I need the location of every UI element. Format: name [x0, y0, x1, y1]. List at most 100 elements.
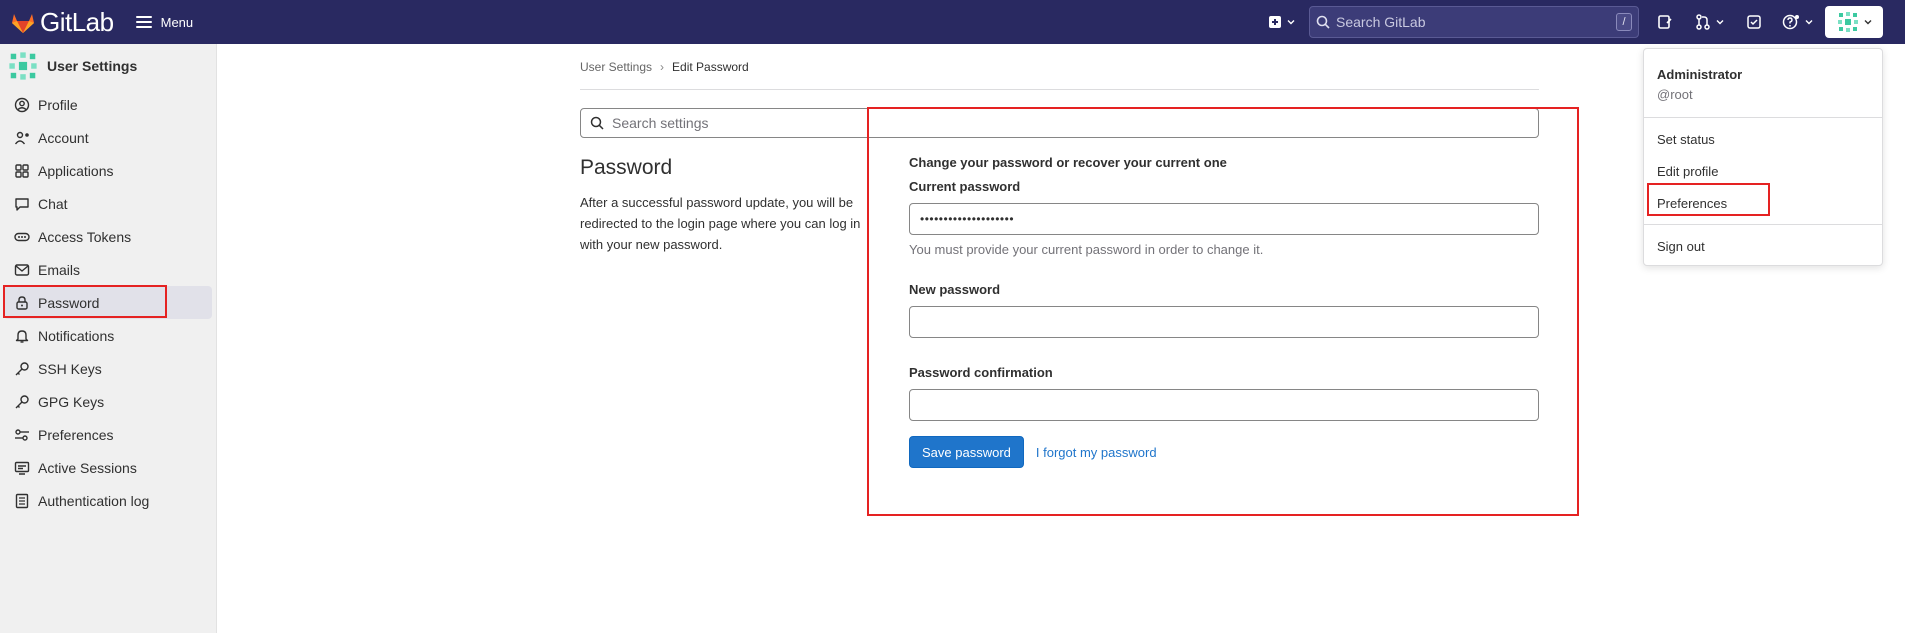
save-password-button[interactable]: Save password [909, 436, 1024, 468]
app-window: GitLab Menu Search GitLab / User Setting… [0, 0, 1905, 633]
dropdown-item-sign-out[interactable]: Sign out [1644, 230, 1882, 262]
sidebar-item-label: Active Sessions [38, 459, 137, 476]
sidebar-item-account[interactable]: Account [4, 121, 212, 154]
sidebar-item-preferences[interactable]: Preferences [4, 418, 212, 451]
brand-name: GitLab [40, 6, 114, 37]
sidebar-item-label: Password [38, 294, 100, 311]
brand[interactable]: GitLab [10, 7, 114, 38]
sidebar-item-authentication-log[interactable]: Authentication log [4, 484, 212, 517]
section-description: After a successful password update, you … [580, 195, 861, 252]
sidebar-item-active-sessions[interactable]: Active Sessions [4, 451, 212, 484]
top-navbar: GitLab Menu Search GitLab / [0, 0, 1905, 44]
dropdown-item-edit-profile[interactable]: Edit profile [1644, 155, 1882, 187]
breadcrumb-parent-link[interactable]: User Settings [580, 60, 652, 74]
issues-icon [1658, 15, 1672, 29]
sidebar-item-label: Authentication log [38, 492, 150, 509]
avatar [9, 52, 37, 80]
new-password-field[interactable] [909, 306, 1539, 338]
chevron-right-icon: › [660, 60, 665, 74]
breadcrumb-current[interactable]: Edit Password [672, 60, 749, 74]
dropdown-user-handle: @root [1657, 87, 1693, 102]
current-password-value: •••••••••••••••••••• [920, 212, 1015, 226]
mail-icon [14, 263, 30, 276]
sidebar-item-label: Profile [38, 96, 78, 113]
sidebar-item-label: Account [38, 129, 89, 146]
account-icon [14, 131, 29, 144]
search-icon [590, 116, 604, 130]
sidebar-item-label: Emails [38, 261, 81, 278]
help-dropdown[interactable] [1782, 14, 1813, 30]
sidebar-item-applications[interactable]: Applications [4, 154, 212, 187]
key-icon [15, 394, 29, 408]
todos-button[interactable] [1746, 14, 1762, 30]
token-icon [14, 232, 30, 241]
sidebar: User Settings Profile Account Applicatio… [0, 44, 217, 633]
applications-icon [15, 163, 29, 178]
lock-icon [16, 295, 28, 310]
sidebar-item-profile[interactable]: Profile [4, 88, 212, 121]
new-item-dropdown[interactable] [1268, 15, 1295, 29]
sidebar-item-label: Notifications [38, 327, 115, 344]
preferences-icon [15, 428, 29, 441]
chevron-down-icon [1864, 20, 1871, 25]
sidebar-item-label: Chat [38, 195, 68, 212]
chevron-down-icon [1805, 20, 1813, 25]
sidebar-item-access-tokens[interactable]: Access Tokens [4, 220, 212, 253]
user-dropdown-menu: Administrator @root Set status Edit prof… [1643, 48, 1883, 266]
dropdown-user-name: Administrator [1657, 67, 1743, 82]
menu-button[interactable]: Menu [135, 14, 194, 30]
monitor-icon [14, 461, 30, 475]
sidebar-item-password[interactable]: Password [4, 286, 212, 319]
user-menu-toggle[interactable] [1825, 6, 1883, 38]
sidebar-item-gpg-keys[interactable]: GPG Keys [4, 385, 212, 418]
dropdown-item-set-status[interactable]: Set status [1644, 123, 1882, 155]
chat-icon [15, 197, 29, 211]
bell-icon [15, 329, 29, 343]
search-placeholder: Search GitLab [1336, 14, 1426, 30]
help-icon [1782, 14, 1799, 30]
global-search-input[interactable]: Search GitLab / [1309, 6, 1639, 38]
dropdown-user-info[interactable]: Administrator @root [1644, 49, 1882, 117]
sidebar-item-notifications[interactable]: Notifications [4, 319, 212, 352]
search-shortcut: / [1616, 13, 1632, 31]
sidebar-item-label: GPG Keys [38, 393, 105, 410]
current-password-label: Current password [909, 179, 1021, 194]
page-title: Password [580, 156, 673, 179]
password-confirmation-label: Password confirmation [909, 365, 1053, 380]
issues-button[interactable] [1657, 14, 1673, 30]
sidebar-item-label: Access Tokens [38, 228, 132, 245]
password-confirmation-field[interactable] [909, 389, 1539, 421]
breadcrumb: User Settings › Edit Password [580, 54, 1539, 90]
menu-label: Menu [160, 14, 194, 30]
sidebar-item-ssh-keys[interactable]: SSH Keys [4, 352, 212, 385]
forgot-password-link[interactable]: I forgot my password [1036, 445, 1157, 460]
hamburger-icon [135, 16, 152, 28]
settings-search-input[interactable]: Search settings [580, 108, 1539, 138]
form-actions: Save password I forgot my password [909, 436, 1539, 468]
password-form: Change your password or recover your cur… [909, 150, 1539, 468]
sidebar-item-emails[interactable]: Emails [4, 253, 212, 286]
search-icon [1316, 15, 1330, 29]
todo-check-icon [1747, 15, 1761, 29]
chevron-down-icon [1287, 20, 1295, 25]
settings-search-placeholder: Search settings [612, 115, 709, 131]
avatar [1837, 12, 1858, 32]
form-heading: Change your password or recover your cur… [909, 155, 1227, 170]
current-password-help: You must provide your current password i… [909, 242, 1264, 257]
sidebar-item-label: Preferences [38, 426, 114, 443]
sidebar-item-label: Applications [38, 162, 114, 179]
current-password-field[interactable]: •••••••••••••••••••• [909, 203, 1539, 235]
gitlab-logo-icon [12, 14, 34, 33]
merge-request-icon [1696, 14, 1710, 30]
sidebar-item-chat[interactable]: Chat [4, 187, 212, 220]
merge-requests-dropdown[interactable] [1695, 14, 1724, 30]
chevron-down-icon [1716, 20, 1724, 25]
sidebar-header[interactable]: User Settings [0, 44, 216, 88]
key-icon [15, 361, 29, 375]
dropdown-item-preferences[interactable]: Preferences [1644, 187, 1882, 219]
profile-icon [14, 97, 30, 112]
plus-square-icon [1269, 16, 1281, 28]
log-icon [15, 493, 29, 508]
navbar-actions: Search GitLab / [1268, 0, 1905, 44]
sidebar-item-label: SSH Keys [38, 360, 102, 377]
